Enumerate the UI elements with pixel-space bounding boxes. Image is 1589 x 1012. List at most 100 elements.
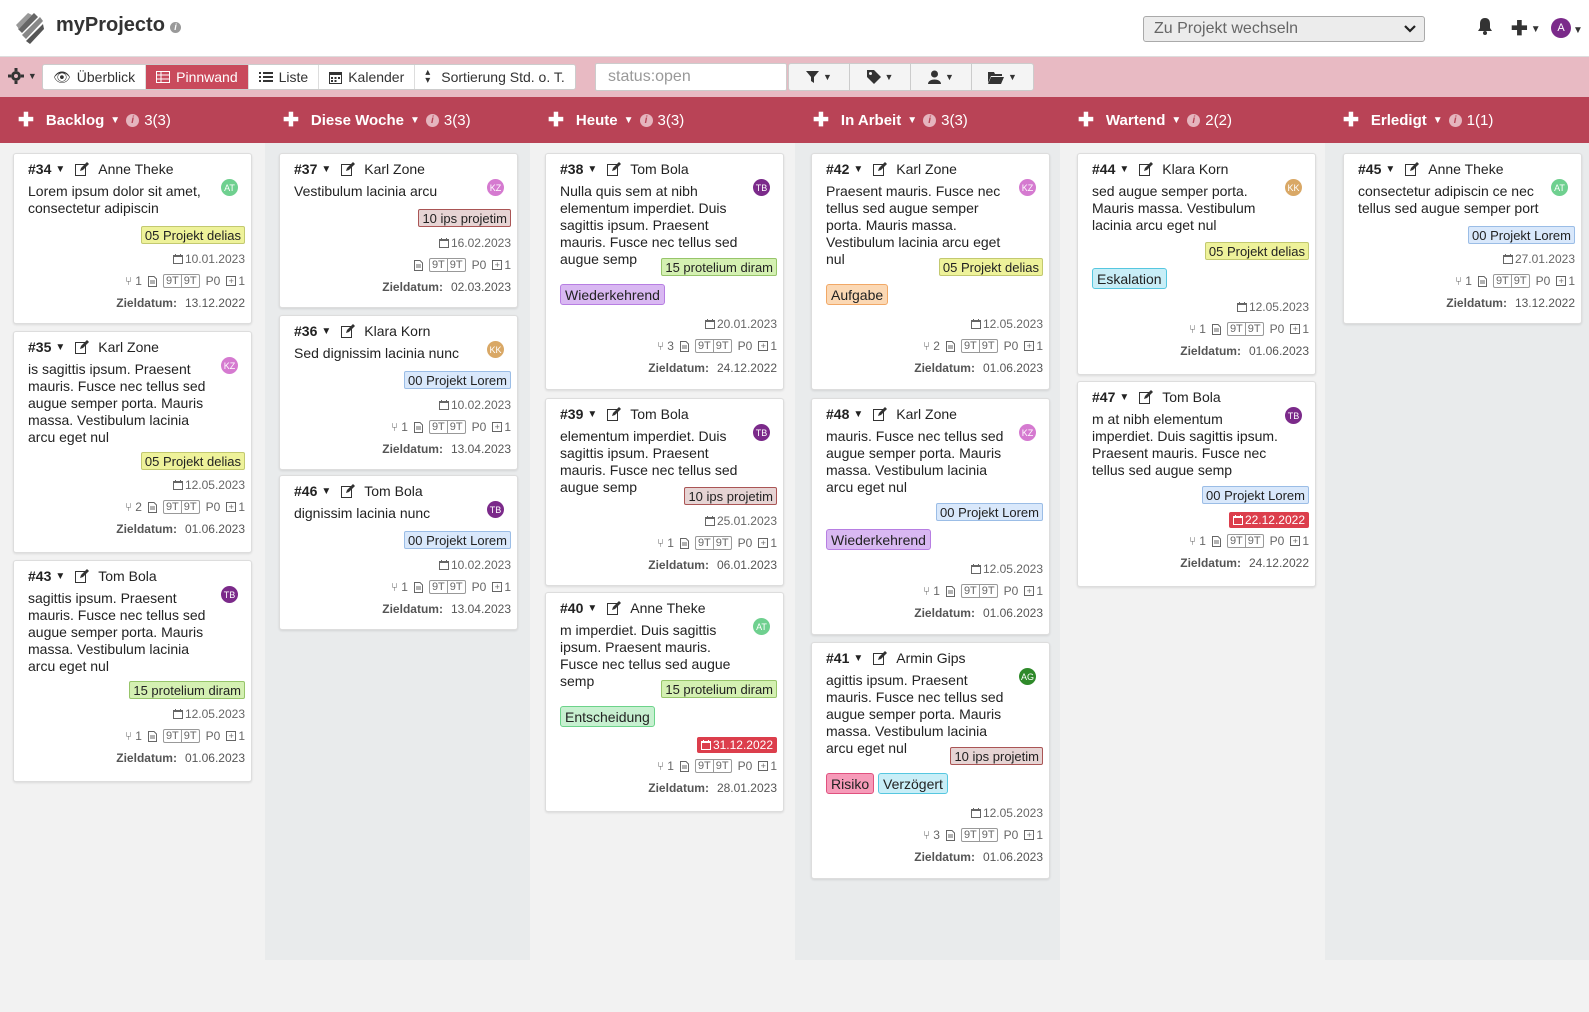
task-id[interactable]: #40 xyxy=(560,600,583,616)
task-card[interactable]: #47 ▼ Tom Bola m at nibh elementum imperdie… xyxy=(1077,381,1316,587)
project-badge[interactable]: 00 Projekt Lorem xyxy=(1202,486,1309,504)
task-id[interactable]: #48 xyxy=(826,406,849,422)
task-card[interactable]: #48 ▼ Karl Zone mauris. Fusce nec tellus se… xyxy=(811,398,1050,635)
assignee-avatar[interactable]: AG xyxy=(1018,667,1037,686)
task-card[interactable]: #34 ▼ Anne Theke Lorem ipsum dolor sit amet… xyxy=(13,153,252,324)
task-card[interactable]: #40 ▼ Anne Theke m imperdiet. Duis sagittis… xyxy=(545,592,784,812)
caret-down-icon[interactable]: ▼ xyxy=(587,409,597,420)
info-icon[interactable]: i xyxy=(639,113,653,127)
assignee-avatar[interactable]: TB xyxy=(752,178,771,197)
edit-icon[interactable] xyxy=(341,162,356,176)
edit-icon[interactable] xyxy=(341,484,356,498)
caret-down-icon[interactable]: ▼ xyxy=(587,603,597,614)
app-title[interactable]: myProjecto xyxy=(56,14,165,37)
add-icon[interactable]: ✚ xyxy=(283,109,299,132)
caret-down-icon[interactable]: ▼ xyxy=(907,115,917,126)
assignee-name[interactable]: Tom Bola xyxy=(98,568,156,584)
project-badge[interactable]: 15 protelium diram xyxy=(661,680,777,698)
add-icon[interactable]: ✚ xyxy=(548,109,564,132)
task-id[interactable]: #35 xyxy=(28,339,51,355)
caret-down-icon[interactable]: ▼ xyxy=(853,164,863,175)
edit-icon[interactable] xyxy=(607,162,622,176)
add-icon[interactable]: ✚ xyxy=(813,109,829,132)
settings-button[interactable]: ▼ xyxy=(8,68,37,87)
logo-icon[interactable] xyxy=(14,9,46,47)
caret-down-icon[interactable]: ▼ xyxy=(1385,164,1395,175)
caret-down-icon[interactable]: ▼ xyxy=(1119,164,1129,175)
task-card[interactable]: #41 ▼ Armin Gips agittis ipsum. Praesent ma… xyxy=(811,642,1050,879)
project-badge[interactable]: 10 ips projetim xyxy=(950,747,1043,765)
project-badge[interactable]: 00 Projekt Lorem xyxy=(404,371,511,389)
caret-down-icon[interactable]: ▼ xyxy=(55,342,65,353)
edit-icon[interactable] xyxy=(873,407,888,421)
user-filter-button[interactable]: ▼ xyxy=(911,64,972,90)
edit-icon[interactable] xyxy=(873,651,888,665)
project-badge[interactable]: 00 Projekt Lorem xyxy=(936,503,1043,521)
task-card[interactable]: #45 ▼ Anne Theke consectetur adipiscin ce n… xyxy=(1343,153,1582,324)
bell-icon[interactable] xyxy=(1477,17,1493,35)
project-badge[interactable]: 15 protelium diram xyxy=(129,681,245,699)
caret-down-icon[interactable]: ▼ xyxy=(110,115,120,126)
project-badge[interactable]: 00 Projekt Lorem xyxy=(1468,226,1575,244)
task-card[interactable]: #42 ▼ Karl Zone Praesent mauris. Fusce nec … xyxy=(811,153,1050,390)
assignee-name[interactable]: Karl Zone xyxy=(98,339,159,355)
view-list-button[interactable]: Liste xyxy=(248,65,320,89)
column-header-this-week[interactable]: ✚ Diese Woche ▼ i 3(3) xyxy=(283,97,471,143)
task-id[interactable]: #42 xyxy=(826,161,849,177)
filter-button[interactable]: ▼ xyxy=(789,64,850,90)
add-icon[interactable]: ✚ xyxy=(18,109,34,132)
caret-down-icon[interactable]: ▼ xyxy=(1573,25,1583,36)
edit-icon[interactable] xyxy=(1139,162,1154,176)
assignee-name[interactable]: Tom Bola xyxy=(1162,389,1220,405)
assignee-avatar[interactable]: KZ xyxy=(1018,423,1037,442)
sort-button[interactable]: ▴ ▾ Sortierung Std. o. T. xyxy=(415,65,575,89)
task-card[interactable]: #43 ▼ Tom Bola sagittis ipsum. Praesent mau… xyxy=(13,560,252,782)
view-calendar-button[interactable]: Kalender xyxy=(319,65,416,89)
edit-icon[interactable] xyxy=(341,324,356,338)
assignee-name[interactable]: Karl Zone xyxy=(896,406,957,422)
caret-down-icon[interactable]: ▼ xyxy=(624,115,634,126)
info-icon[interactable]: i xyxy=(923,113,937,127)
label-tag[interactable]: Aufgabe xyxy=(826,284,889,305)
info-icon[interactable]: i xyxy=(170,22,181,33)
assignee-avatar[interactable]: KK xyxy=(1284,178,1303,197)
caret-down-icon[interactable]: ▼ xyxy=(321,486,331,497)
caret-down-icon[interactable]: ▼ xyxy=(853,409,863,420)
assignee-name[interactable]: Anne Theke xyxy=(1428,161,1503,177)
edit-icon[interactable] xyxy=(1405,162,1420,176)
assignee-name[interactable]: Anne Theke xyxy=(630,600,705,616)
task-card[interactable]: #39 ▼ Tom Bola elementum imperdiet. Duis sa… xyxy=(545,398,784,586)
column-header-in-progress[interactable]: ✚ In Arbeit ▼ i 3(3) xyxy=(813,97,968,143)
assignee-avatar[interactable]: AT xyxy=(752,617,771,636)
project-switch-select[interactable]: Zu Projekt wechseln xyxy=(1143,16,1425,42)
edit-icon[interactable] xyxy=(75,569,90,583)
user-avatar[interactable]: A xyxy=(1551,18,1571,38)
view-board-button[interactable]: Pinnwand xyxy=(146,65,249,89)
caret-down-icon[interactable]: ▼ xyxy=(55,571,65,582)
caret-down-icon[interactable]: ▼ xyxy=(1119,392,1129,403)
column-header-done[interactable]: ✚ Erledigt ▼ i 1(1) xyxy=(1343,97,1493,143)
assignee-avatar[interactable]: KZ xyxy=(220,356,239,375)
task-id[interactable]: #45 xyxy=(1358,161,1381,177)
search-input[interactable] xyxy=(595,63,787,91)
task-id[interactable]: #46 xyxy=(294,483,317,499)
column-header-waiting[interactable]: ✚ Wartend ▼ i 2(2) xyxy=(1078,97,1232,143)
task-card[interactable]: #37 ▼ Karl Zone Vestibulum lacinia arcu KZ 10… xyxy=(279,153,518,308)
add-menu-button[interactable]: ✚ ▼ xyxy=(1511,16,1541,41)
column-header-backlog[interactable]: ✚ Backlog ▼ i 3(3) xyxy=(18,97,171,143)
view-overview-button[interactable]: 👁 Überblick xyxy=(43,65,147,89)
project-badge[interactable]: 05 Projekt delias xyxy=(938,258,1043,276)
project-badge[interactable]: 05 Projekt delias xyxy=(140,452,245,470)
project-badge[interactable]: 00 Projekt Lorem xyxy=(404,531,511,549)
assignee-avatar[interactable]: KZ xyxy=(486,178,505,197)
edit-icon[interactable] xyxy=(1139,390,1154,404)
assignee-name[interactable]: Tom Bola xyxy=(630,406,688,422)
assignee-name[interactable]: Tom Bola xyxy=(630,161,688,177)
task-id[interactable]: #34 xyxy=(28,161,51,177)
assignee-name[interactable]: Karl Zone xyxy=(364,161,425,177)
add-icon[interactable]: ✚ xyxy=(1078,109,1094,132)
caret-down-icon[interactable]: ▼ xyxy=(321,164,331,175)
assignee-avatar[interactable]: KZ xyxy=(1018,178,1037,197)
assignee-name[interactable]: Klara Korn xyxy=(364,323,430,339)
assignee-avatar[interactable]: TB xyxy=(752,423,771,442)
